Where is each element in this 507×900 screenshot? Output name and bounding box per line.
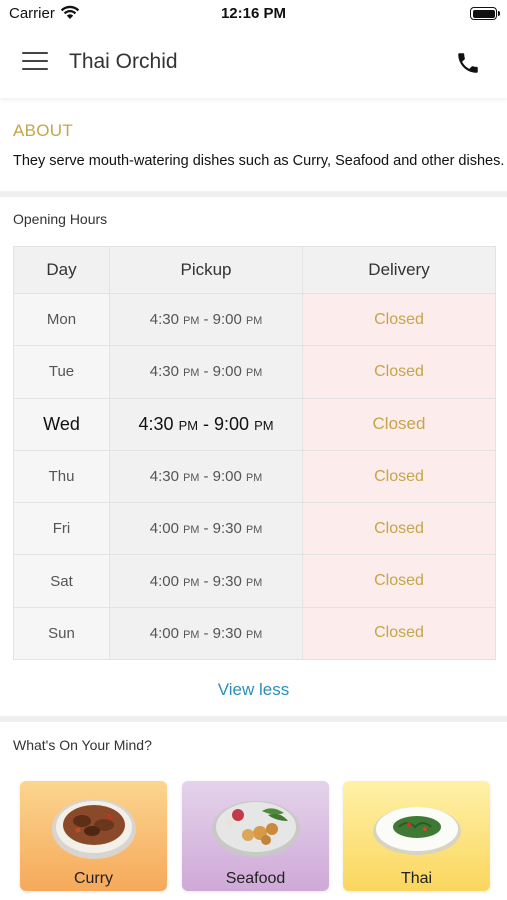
opening-hours-heading: Opening Hours (13, 211, 108, 227)
close-time: 9:00 (214, 413, 250, 434)
section-divider (0, 191, 507, 197)
whats-on-your-mind-heading: What's On Your Mind? (13, 737, 152, 753)
open-time: 4:30 (149, 311, 179, 329)
close-time: 9:00 (212, 363, 242, 381)
delivery-status-cell: Closed (302, 449, 496, 504)
column-header-day: Day (13, 246, 110, 294)
table-row: Fri 4:00 PM - 9:30 PM Closed (13, 502, 496, 556)
open-ampm: PM (183, 524, 200, 537)
close-ampm: PM (254, 417, 274, 433)
open-time: 4:00 (149, 624, 179, 642)
day-cell: Mon (13, 292, 110, 347)
delivery-status-cell: Closed (302, 397, 496, 451)
day-cell: Tue (13, 345, 110, 399)
day-cell: Thu (13, 449, 110, 504)
table-row: Sun 4:00 PM - 9:30 PM Closed (13, 606, 496, 661)
close-time: 9:30 (212, 520, 242, 538)
close-ampm: PM (246, 367, 263, 380)
category-card-seafood[interactable]: Seafood (182, 781, 329, 891)
about-heading: ABOUT (13, 121, 74, 140)
close-ampm: PM (246, 524, 263, 537)
pickup-hours-cell: 4:30 PM - 9:00 PM (109, 449, 303, 504)
table-row-today: Wed 4:30 PM - 9:00 PM Closed (13, 397, 496, 451)
day-cell: Sun (13, 606, 110, 661)
close-ampm: PM (246, 576, 263, 589)
close-ampm: PM (246, 628, 263, 641)
open-ampm: PM (183, 628, 200, 641)
column-header-delivery: Delivery (302, 246, 496, 294)
phone-icon[interactable] (455, 50, 481, 76)
open-time: 4:30 (149, 363, 179, 381)
table-header-row: Day Pickup Delivery (13, 246, 496, 294)
table-row: Tue 4:30 PM - 9:00 PM Closed (13, 345, 496, 399)
pickup-hours-cell: 4:00 PM - 9:30 PM (109, 606, 303, 661)
view-less-link[interactable]: View less (0, 680, 507, 700)
open-ampm: PM (183, 315, 200, 328)
nav-bar: Thai Orchid (0, 28, 507, 98)
thai-dish-image (373, 807, 461, 855)
day-cell: Wed (13, 397, 110, 451)
open-ampm: PM (183, 576, 200, 589)
pickup-hours-cell: 4:00 PM - 9:30 PM (109, 502, 303, 556)
table-row: Sat 4:00 PM - 9:30 PM Closed (13, 554, 496, 608)
table-row: Mon 4:30 PM - 9:00 PM Closed (13, 292, 496, 347)
pickup-hours-cell: 4:30 PM - 9:00 PM (109, 397, 303, 451)
category-label: Seafood (225, 870, 286, 887)
section-divider (0, 716, 507, 722)
column-header-pickup: Pickup (109, 246, 303, 294)
category-card-thai[interactable]: Thai (343, 781, 490, 891)
page-title: Thai Orchid (69, 50, 178, 73)
status-time: 12:16 PM (220, 5, 287, 22)
pickup-hours-cell: 4:30 PM - 9:00 PM (109, 345, 303, 399)
open-time: 4:00 (149, 572, 179, 590)
opening-hours-table: Day Pickup Delivery Mon 4:30 PM - 9:00 P… (13, 246, 496, 661)
delivery-status-cell: Closed (302, 606, 496, 661)
close-ampm: PM (246, 472, 263, 485)
category-card-curry[interactable]: Curry (20, 781, 167, 891)
status-bar: Carrier 12:16 PM (0, 0, 507, 28)
day-cell: Fri (13, 502, 110, 556)
open-time: 4:30 (149, 468, 179, 486)
close-time: 9:00 (212, 311, 242, 329)
pickup-hours-cell: 4:30 PM - 9:00 PM (109, 292, 303, 347)
open-ampm: PM (183, 472, 200, 485)
open-time: 4:00 (149, 520, 179, 538)
close-time: 9:30 (212, 572, 242, 590)
delivery-status-cell: Closed (302, 554, 496, 608)
category-label: Thai (400, 870, 433, 887)
pickup-hours-cell: 4:00 PM - 9:30 PM (109, 554, 303, 608)
delivery-status-cell: Closed (302, 292, 496, 347)
hamburger-menu-icon[interactable] (22, 52, 48, 72)
delivery-status-cell: Closed (302, 502, 496, 556)
delivery-status-cell: Closed (302, 345, 496, 399)
close-time: 9:00 (212, 468, 242, 486)
day-cell: Sat (13, 554, 110, 608)
seafood-plate-image (212, 801, 300, 857)
table-row: Thu 4:30 PM - 9:00 PM Closed (13, 449, 496, 504)
close-ampm: PM (246, 315, 263, 328)
battery-icon (470, 7, 500, 20)
curry-bowl-image (52, 799, 136, 859)
open-ampm: PM (183, 367, 200, 380)
about-description: They serve mouth-watering dishes such as… (13, 153, 505, 169)
category-label: Curry (73, 870, 114, 887)
close-time: 9:30 (212, 624, 242, 642)
open-ampm: PM (178, 417, 198, 433)
open-time: 4:30 (138, 413, 174, 434)
